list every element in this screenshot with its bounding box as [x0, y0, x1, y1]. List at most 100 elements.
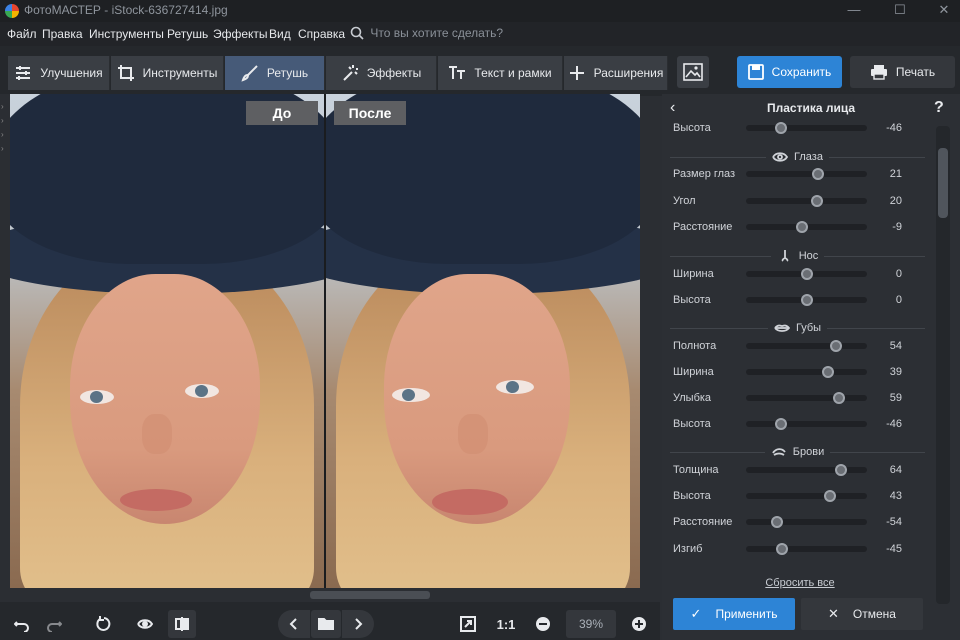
save-button[interactable]: Сохранить	[737, 56, 842, 88]
slider-track[interactable]	[746, 294, 867, 306]
close-icon[interactable]: ✕	[928, 0, 960, 22]
reset-all-link[interactable]: Сбросить все	[740, 577, 860, 589]
next-image-button[interactable]	[342, 610, 374, 638]
brush-icon	[241, 65, 258, 82]
tab-label: Инструменты	[142, 66, 218, 80]
open-folder-button[interactable]	[311, 610, 341, 638]
slider-value: -46	[886, 418, 902, 430]
slider-knob[interactable]	[811, 168, 824, 180]
tab-label: Улучшения	[40, 66, 103, 80]
search-box[interactable]: Что вы хотите сделать?	[350, 26, 550, 42]
slider-knob[interactable]	[832, 392, 845, 404]
slider-knob[interactable]	[821, 366, 834, 378]
slider-value: 39	[889, 366, 902, 378]
menu-file[interactable]: Файл	[7, 27, 37, 41]
slider-label: Угол	[673, 195, 696, 207]
tab-enhancements[interactable]: Улучшения	[8, 56, 110, 90]
left-collapse-strip[interactable]: › › › ›	[0, 94, 10, 588]
slider-track[interactable]	[746, 392, 867, 404]
slider-label: Полнота	[673, 340, 717, 352]
slider-knob[interactable]	[800, 294, 813, 306]
tab-effects[interactable]: Эффекты	[326, 56, 437, 90]
tab-tools[interactable]: Инструменты	[111, 56, 224, 90]
slider-track[interactable]	[746, 366, 867, 378]
section-label: Глаза	[794, 151, 823, 163]
zoom-in-button[interactable]	[626, 610, 652, 638]
maximize-icon[interactable]: ☐	[884, 0, 916, 22]
chevron-right-icon	[355, 618, 363, 630]
slider-label: Расстояние	[673, 516, 733, 528]
horizontal-scrollbar[interactable]	[10, 588, 640, 602]
redo-button[interactable]	[40, 610, 68, 638]
print-button[interactable]: Печать	[850, 56, 955, 88]
menu-tools[interactable]: Инструменты	[89, 27, 164, 41]
search-placeholder: Что вы хотите сделать?	[370, 26, 503, 40]
slider-track[interactable]	[746, 122, 867, 134]
image-canvas[interactable]: До После	[10, 94, 640, 588]
printer-icon	[870, 65, 887, 80]
text-icon	[449, 66, 466, 79]
help-icon[interactable]: ?	[934, 99, 944, 117]
slider-value: 0	[895, 294, 902, 306]
slider-track[interactable]	[746, 268, 867, 280]
photo-library-button[interactable]	[677, 56, 709, 88]
slider-knob[interactable]	[823, 490, 836, 502]
photo-after	[326, 94, 640, 588]
slider-track[interactable]	[746, 490, 867, 502]
tab-label: Эффекты	[366, 66, 422, 80]
panel-scrollbar[interactable]	[936, 126, 950, 604]
prev-image-button[interactable]	[278, 610, 310, 638]
slider-track[interactable]	[746, 464, 867, 476]
apply-button[interactable]: ✓ Применить	[673, 598, 795, 630]
section-eyebrow: Брови	[670, 446, 925, 458]
tab-label: Текст и рамки	[474, 66, 552, 80]
slider-track[interactable]	[746, 221, 867, 233]
minimize-icon[interactable]: —	[838, 0, 870, 22]
scroll-thumb[interactable]	[310, 591, 430, 599]
undo-button[interactable]	[8, 610, 36, 638]
slider-track[interactable]	[746, 543, 867, 555]
zoom-value[interactable]: 39%	[566, 610, 616, 638]
undo-icon	[14, 621, 29, 632]
slider-track[interactable]	[746, 516, 867, 528]
menu-view[interactable]: Вид	[269, 27, 291, 41]
fit-to-screen-button[interactable]	[455, 610, 481, 638]
slider-track[interactable]	[746, 195, 867, 207]
slider-track[interactable]	[746, 340, 867, 352]
slider-knob[interactable]	[771, 516, 784, 528]
tab-extensions[interactable]: Расширения	[564, 56, 668, 90]
preview-button[interactable]	[130, 610, 160, 638]
section-eye: Глаза	[670, 151, 925, 163]
slider-knob[interactable]	[775, 543, 788, 555]
slider-value: 59	[889, 392, 902, 404]
eye-icon	[772, 152, 789, 162]
tab-label: Ретушь	[266, 66, 309, 80]
zoom-out-button[interactable]	[530, 610, 556, 638]
slider-value: 54	[889, 340, 902, 352]
tab-text-frames[interactable]: Текст и рамки	[438, 56, 563, 90]
slider-knob[interactable]	[795, 221, 808, 233]
rotate-icon	[96, 616, 111, 631]
zoom-1to1-button[interactable]: 1:1	[492, 610, 520, 638]
slider-track[interactable]	[746, 418, 867, 430]
slider-knob[interactable]	[829, 340, 842, 352]
compare-button[interactable]	[168, 610, 196, 638]
eyebrow-icon	[772, 448, 786, 456]
slider-value: -54	[886, 516, 902, 528]
slider-track[interactable]	[746, 168, 867, 180]
menu-edit[interactable]: Правка	[42, 27, 83, 41]
cancel-button[interactable]: ✕ Отмена	[801, 598, 923, 630]
scroll-thumb[interactable]	[938, 148, 948, 218]
tab-retouch[interactable]: Ретушь	[225, 56, 325, 90]
print-label: Печать	[895, 65, 936, 79]
slider-knob[interactable]	[800, 268, 813, 280]
slider-value: -46	[886, 122, 902, 134]
slider-label: Высота	[673, 122, 711, 134]
slider-label: Изгиб	[673, 543, 703, 555]
slider-label: Улыбка	[673, 392, 712, 404]
menu-help[interactable]: Справка	[298, 27, 345, 41]
menu-effects[interactable]: Эффекты	[213, 27, 268, 41]
menu-retouch[interactable]: Ретушь	[167, 27, 208, 41]
reset-rotation-button[interactable]	[90, 610, 118, 638]
slider-value: 43	[889, 490, 902, 502]
